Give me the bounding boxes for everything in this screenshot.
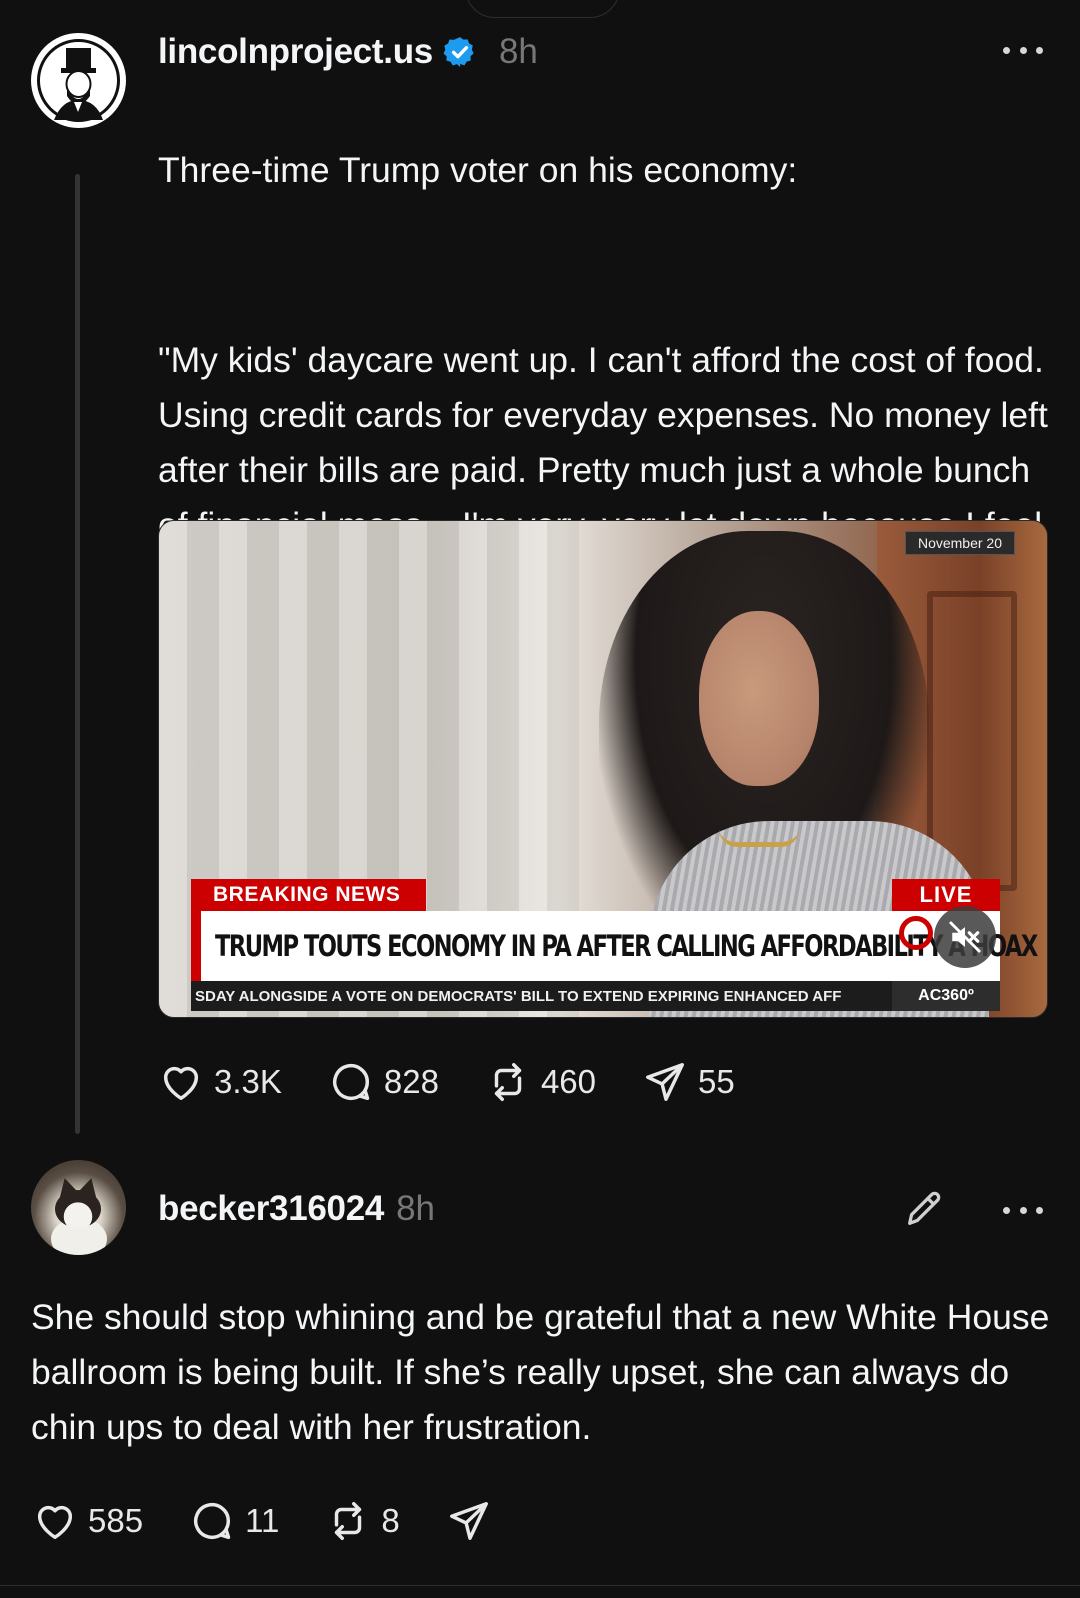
video-subject-necklace <box>719 829 799 847</box>
post-intro-text: Three-time Trump voter on his economy: <box>158 150 798 190</box>
breaking-news-label: BREAKING NEWS <box>191 879 426 911</box>
becker-avatar[interactable] <box>31 1160 126 1255</box>
repost-button[interactable]: 460 <box>485 1059 596 1105</box>
repost-icon <box>335 1502 362 1540</box>
video-date-tag: November 20 <box>904 531 1015 555</box>
reply-repost-button[interactable]: 8 <box>325 1498 400 1544</box>
reply-count: 828 <box>383 1063 439 1100</box>
verified-badge-icon <box>443 37 474 67</box>
mute-toggle-button[interactable] <box>934 906 996 968</box>
reply-timestamp: 8h <box>396 1189 435 1228</box>
post-username[interactable]: lincolnproject.us <box>158 32 433 72</box>
reply-username[interactable]: becker316024 <box>158 1189 384 1229</box>
thread-connector-line <box>75 174 80 1134</box>
comment-icon <box>332 1063 370 1101</box>
chyron-bar: TRUMP TOUTS ECONOMY IN PA AFTER CALLING … <box>191 911 1038 981</box>
top-notch <box>465 0 620 18</box>
reply-actions: 585 11 8 <box>32 1495 538 1547</box>
lincoln-portrait-icon <box>37 39 120 122</box>
heart-icon <box>163 1066 199 1101</box>
like-count: 3.3K <box>214 1063 282 1100</box>
lincoln-project-avatar[interactable] <box>31 33 126 128</box>
speaker-muted-icon <box>949 921 981 953</box>
post-actions: 3.3K 828 460 55 <box>158 1056 781 1108</box>
reply-header: becker316024 8h <box>158 1185 435 1233</box>
reply-body: She should stop whining and be grateful … <box>31 1297 1050 1447</box>
show-tag: AC360º <box>892 981 1000 1011</box>
send-icon <box>646 1063 684 1101</box>
post-header: lincolnproject.us 8h <box>158 28 538 76</box>
threads-feed: lincolnproject.us 8h Three-time Trump vo… <box>0 0 1080 1598</box>
live-label: LIVE <box>892 879 1000 911</box>
post-timestamp: 8h <box>498 32 538 71</box>
edit-pencil-icon[interactable] <box>902 1185 948 1236</box>
post-more-options-icon[interactable] <box>1003 40 1043 60</box>
ticker-text: SDAY ALONGSIDE A VOTE ON DEMOCRATS' BILL… <box>195 987 842 1005</box>
heart-icon <box>37 1505 73 1540</box>
news-ticker: SDAY ALONGSIDE A VOTE ON DEMOCRATS' BILL… <box>191 981 1000 1011</box>
reply-share-button[interactable] <box>446 1498 492 1544</box>
share-button[interactable]: 55 <box>642 1059 735 1105</box>
reply-like-count: 585 <box>88 1502 144 1539</box>
reply-repost-count: 8 <box>381 1502 400 1539</box>
send-icon <box>449 1502 488 1540</box>
reply-button[interactable]: 828 <box>328 1059 439 1105</box>
comment-icon <box>194 1502 231 1540</box>
network-logo-icon <box>899 916 933 950</box>
reply-more-options-icon[interactable] <box>1003 1200 1043 1220</box>
share-count: 55 <box>698 1063 735 1100</box>
like-button[interactable]: 3.3K <box>158 1059 282 1105</box>
repost-icon <box>494 1063 522 1101</box>
reply-reply-button[interactable]: 11 <box>189 1498 279 1544</box>
repost-count: 460 <box>540 1063 597 1100</box>
bottom-divider <box>0 1585 1080 1586</box>
reply-reply-count: 11 <box>245 1502 280 1539</box>
video-player[interactable]: November 20 BREAKING NEWS LIVE TRUMP TOU… <box>158 520 1048 1018</box>
reply-like-button[interactable]: 585 <box>32 1498 143 1544</box>
video-subject-face <box>699 611 819 786</box>
